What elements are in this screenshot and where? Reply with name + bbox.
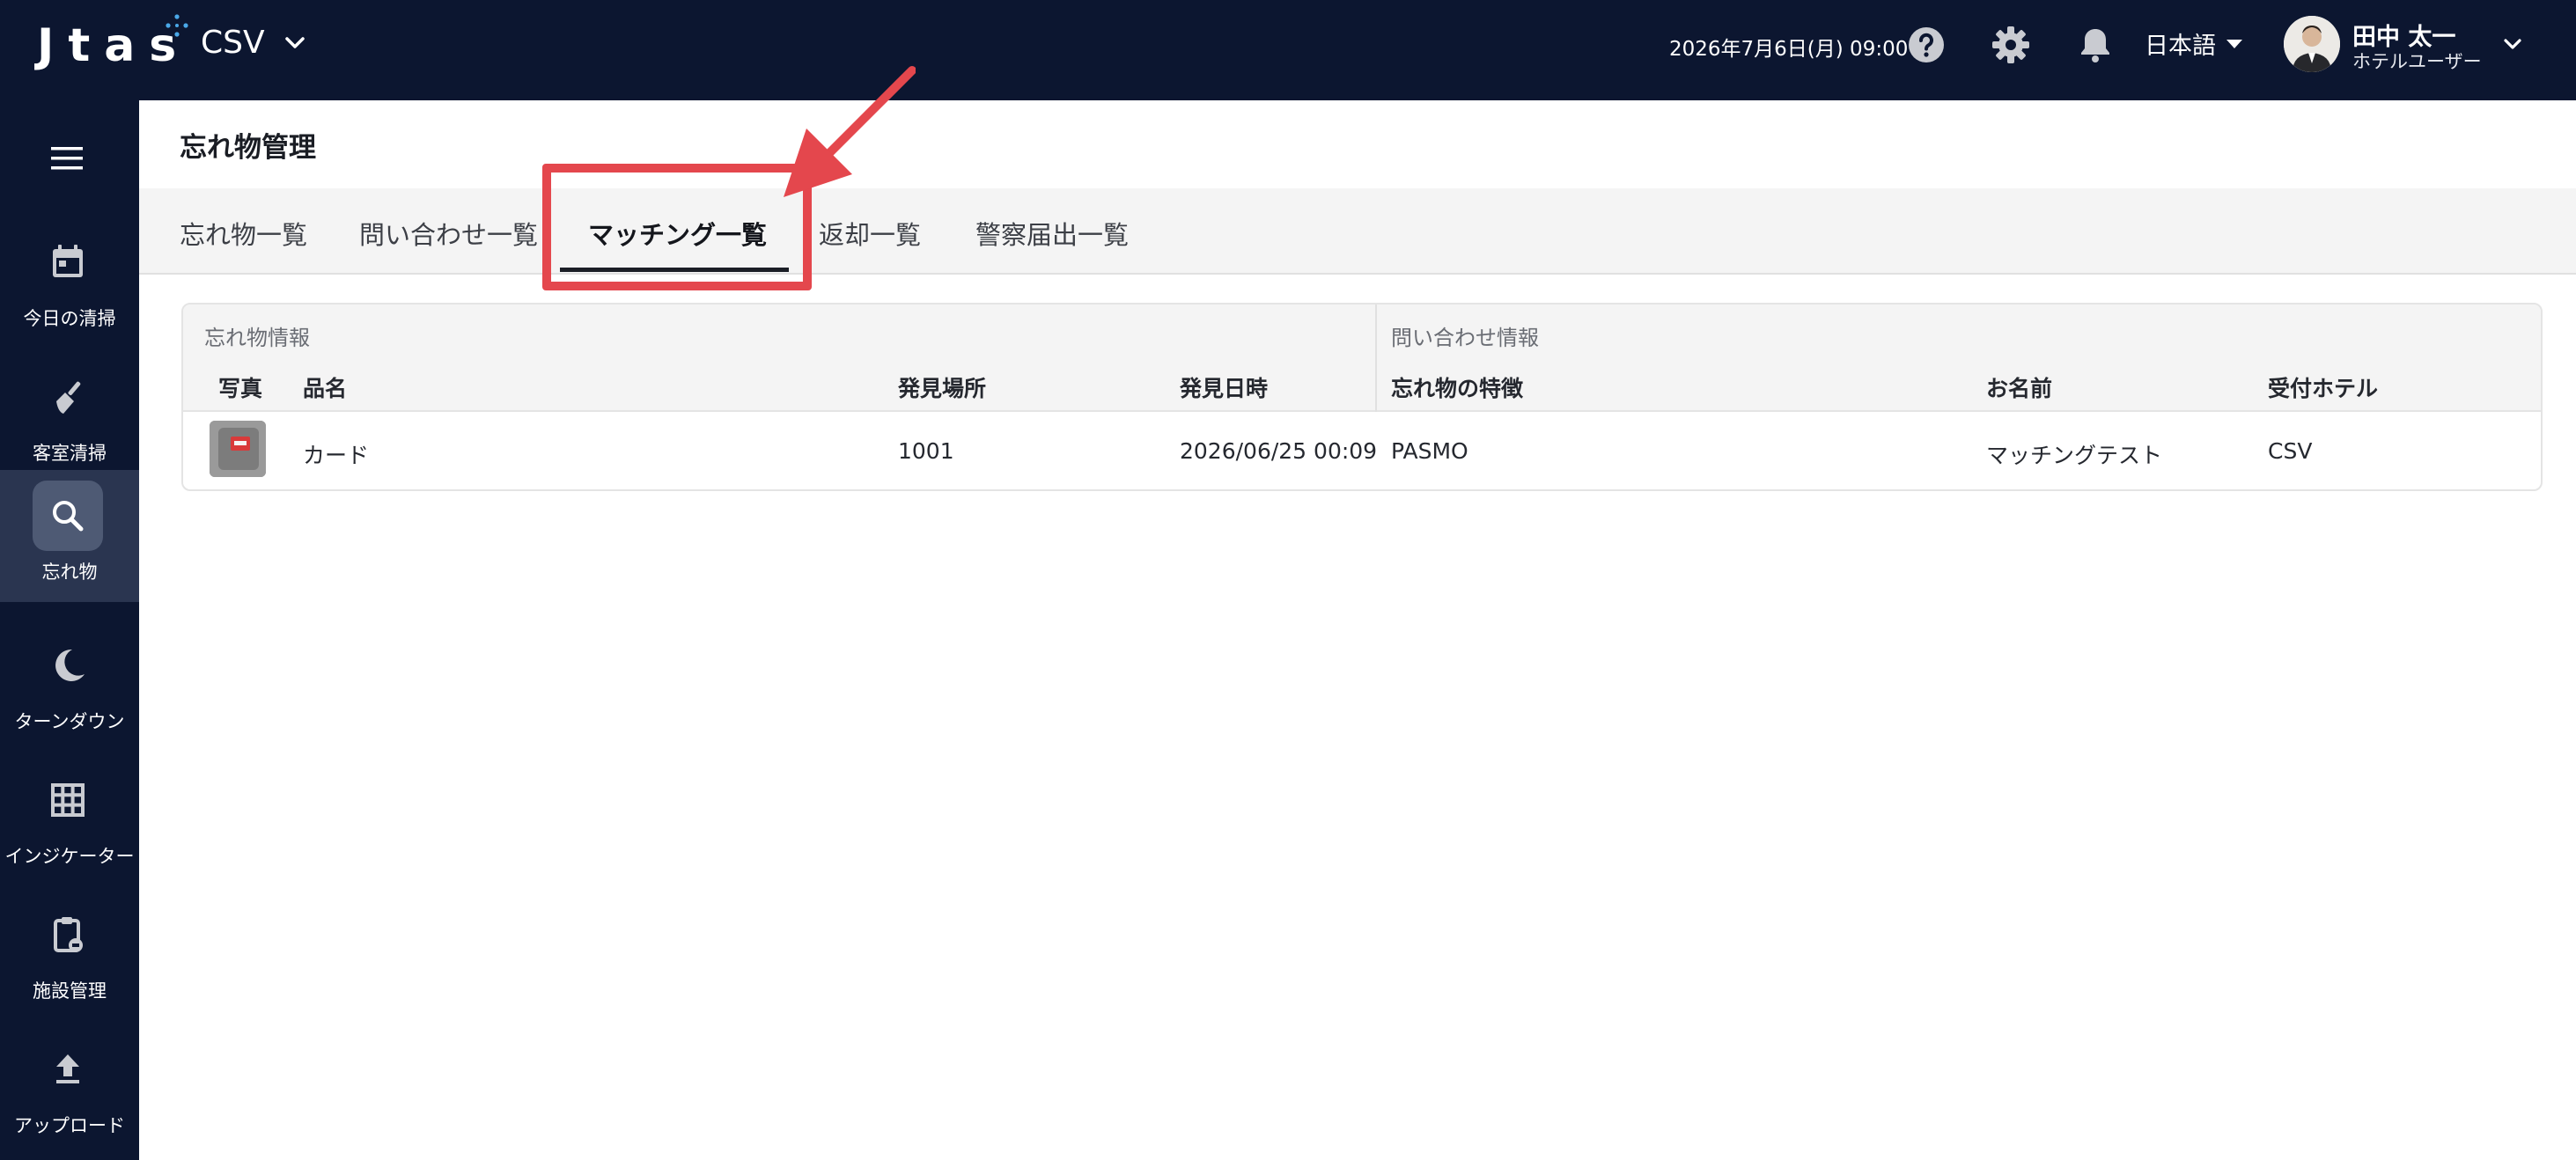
sidebar-item-label: アップロード	[14, 1115, 125, 1136]
bell-icon[interactable]	[2074, 24, 2116, 66]
cell-hotel: CSV	[2268, 438, 2313, 464]
tab-inquiry-list[interactable]: 問い合わせ一覧	[359, 215, 538, 252]
sidebar-item-room-cleaning[interactable]: 客室清掃	[0, 351, 139, 483]
caret-down-icon[interactable]	[2224, 35, 2245, 53]
sidebar-item-label: 今日の清掃	[23, 308, 116, 329]
sidebar-item-label: 客室清掃	[33, 443, 107, 464]
page-title: 忘れ物管理	[180, 132, 316, 164]
sidebar-item-label: インジケーター	[4, 846, 135, 867]
sidebar-item-facility[interactable]: 施設管理	[0, 889, 139, 1021]
sparkle-icon	[166, 14, 188, 37]
tab-police-report-list[interactable]: 警察届出一覧	[975, 215, 1129, 252]
annotation-arrow-icon	[784, 66, 916, 197]
table-row[interactable]: カード 1001 2026/06/25 00:09 PASMO マッチングテスト…	[183, 412, 2541, 489]
matching-table: 忘れ物情報 問い合わせ情報 写真 品名 発見場所 発見日時 忘れ物の特徴 お名前…	[181, 303, 2543, 491]
group-label-lost-item: 忘れ物情報	[204, 326, 310, 350]
hotel-selector-label[interactable]: CSV	[201, 25, 265, 61]
sidebar: 今日の清掃 客室清掃 忘れ物 ターンダウン インジケーター 施設管理 アップロー…	[0, 100, 139, 1160]
upload-icon	[33, 1034, 103, 1105]
language-selector[interactable]: 日本語	[2145, 26, 2216, 61]
table-header: 忘れ物情報 問い合わせ情報 写真 品名 発見場所 発見日時 忘れ物の特徴 お名前…	[183, 305, 2541, 412]
cell-features: PASMO	[1391, 438, 1468, 464]
gear-icon[interactable]	[1990, 24, 2032, 66]
column-header-item-name: 品名	[303, 376, 348, 401]
chevron-down-icon[interactable]	[2499, 30, 2527, 58]
sidebar-item-label: 忘れ物	[41, 562, 98, 583]
cell-location: 1001	[898, 438, 954, 464]
avatar[interactable]	[2284, 16, 2340, 72]
tab-lost-items-list[interactable]: 忘れ物一覧	[180, 215, 307, 252]
help-icon[interactable]	[1905, 24, 1947, 66]
chevron-down-icon[interactable]	[280, 28, 310, 58]
column-header-features: 忘れ物の特徴	[1391, 376, 1524, 401]
cell-found-at: 2026/06/25 00:09	[1180, 438, 1378, 464]
column-header-location: 発見場所	[898, 376, 987, 401]
top-bar: Jtas CSV 2026年7月6日(月) 09:00 日本語 田中 太一 ホテ…	[0, 0, 2576, 100]
sidebar-item-today-cleaning[interactable]: 今日の清掃	[0, 217, 139, 349]
column-header-photo: 写真	[218, 376, 263, 401]
highlight-box	[542, 164, 812, 290]
broom-icon	[33, 362, 103, 432]
sidebar-item-indicator[interactable]: インジケーター	[0, 754, 139, 886]
item-photo[interactable]	[210, 421, 266, 477]
user-role: ホテルユーザー	[2352, 51, 2482, 72]
hamburger-menu-icon[interactable]	[44, 136, 90, 181]
moon-icon	[33, 630, 103, 701]
grid-icon	[33, 765, 103, 835]
group-label-inquiry: 問い合わせ情報	[1391, 326, 1539, 350]
column-group-divider	[1375, 305, 1377, 412]
cell-item-name: カード	[303, 443, 370, 468]
column-header-hotel: 受付ホテル	[2268, 376, 2379, 401]
tab-bar: 忘れ物一覧 問い合わせ一覧 マッチング一覧 返却一覧 警察届出一覧	[139, 188, 2576, 275]
sidebar-item-turndown[interactable]: ターンダウン	[0, 620, 139, 752]
tab-return-list[interactable]: 返却一覧	[819, 215, 921, 252]
sidebar-item-label: ターンダウン	[14, 711, 125, 732]
column-header-found-at: 発見日時	[1180, 376, 1269, 401]
sidebar-item-lost-items[interactable]: 忘れ物	[0, 470, 139, 602]
column-header-name: お名前	[1986, 376, 2053, 401]
clipboard-icon	[33, 899, 103, 970]
cell-name: マッチングテスト	[1986, 443, 2163, 468]
calendar-icon	[33, 227, 103, 297]
sidebar-item-label: 施設管理	[33, 980, 107, 1002]
search-icon	[33, 481, 103, 551]
current-datetime: 2026年7月6日(月) 09:00	[1669, 38, 1909, 61]
sidebar-item-upload[interactable]: アップロード	[0, 1024, 139, 1156]
